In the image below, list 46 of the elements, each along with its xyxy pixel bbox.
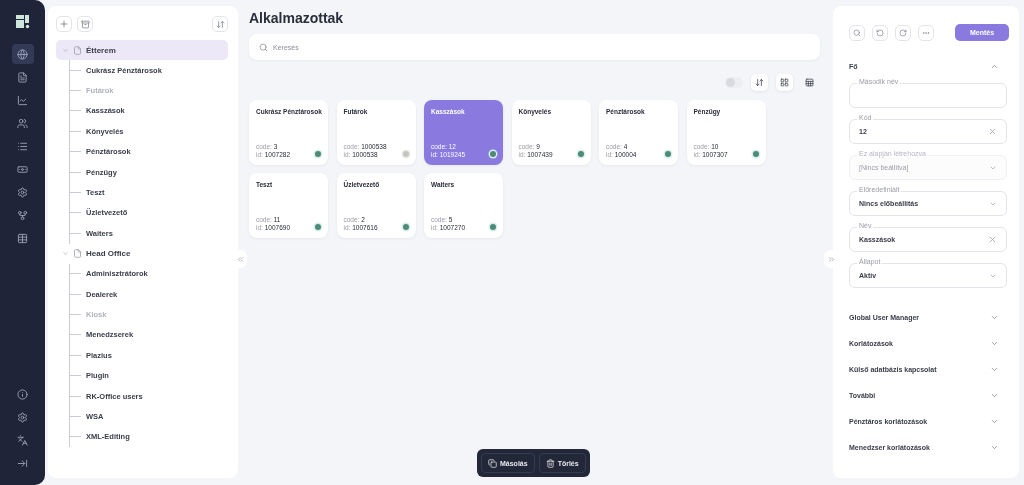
sort-button[interactable] [212, 16, 228, 32]
translate-icon [17, 434, 28, 446]
logo-icon [14, 14, 31, 30]
expand-handle[interactable] [824, 250, 838, 268]
branch-icon [17, 209, 28, 221]
view-button[interactable] [776, 74, 793, 91]
sort-icon [755, 78, 764, 87]
tree-group[interactable]: Head Office [56, 243, 228, 264]
table-icon [17, 232, 28, 244]
clear-icon[interactable] [988, 235, 997, 244]
file-icon [73, 249, 82, 258]
clear-icon[interactable] [988, 127, 997, 136]
nav-item[interactable] [11, 44, 34, 64]
tree-group[interactable]: Étterem [56, 40, 228, 60]
arrow-to-line-icon [17, 457, 28, 469]
redo-button[interactable] [895, 24, 911, 41]
chart-icon [17, 94, 28, 106]
sort-icon [215, 19, 225, 29]
copy-icon [488, 458, 497, 468]
group-label: Head Office [86, 249, 131, 258]
chevrons-left-icon [235, 254, 245, 264]
page-title: Alkalmazottak [249, 10, 345, 26]
redo-icon [899, 28, 907, 37]
plus-icon [59, 19, 69, 29]
settings-icon [17, 411, 28, 423]
globe-icon [17, 48, 28, 60]
search-icon [853, 28, 861, 37]
table-icon [805, 78, 814, 87]
undo-button[interactable] [872, 24, 888, 41]
toggle-switch[interactable] [725, 77, 743, 88]
file-icon [73, 45, 82, 55]
chevrons-right-icon [826, 254, 836, 264]
info-icon [17, 388, 28, 400]
document-icon [17, 71, 28, 83]
undo-icon [876, 28, 884, 37]
trash-icon [545, 458, 555, 468]
banknote-icon [17, 163, 28, 175]
archive-button[interactable] [77, 16, 93, 32]
archive-icon [80, 19, 90, 29]
users-icon [17, 117, 28, 129]
list-icon [17, 140, 28, 152]
settings-icon [17, 186, 28, 198]
search-icon [259, 42, 268, 52]
sort-button[interactable] [751, 74, 768, 91]
grid-icon [780, 78, 789, 87]
group-label: Étterem [86, 45, 116, 55]
